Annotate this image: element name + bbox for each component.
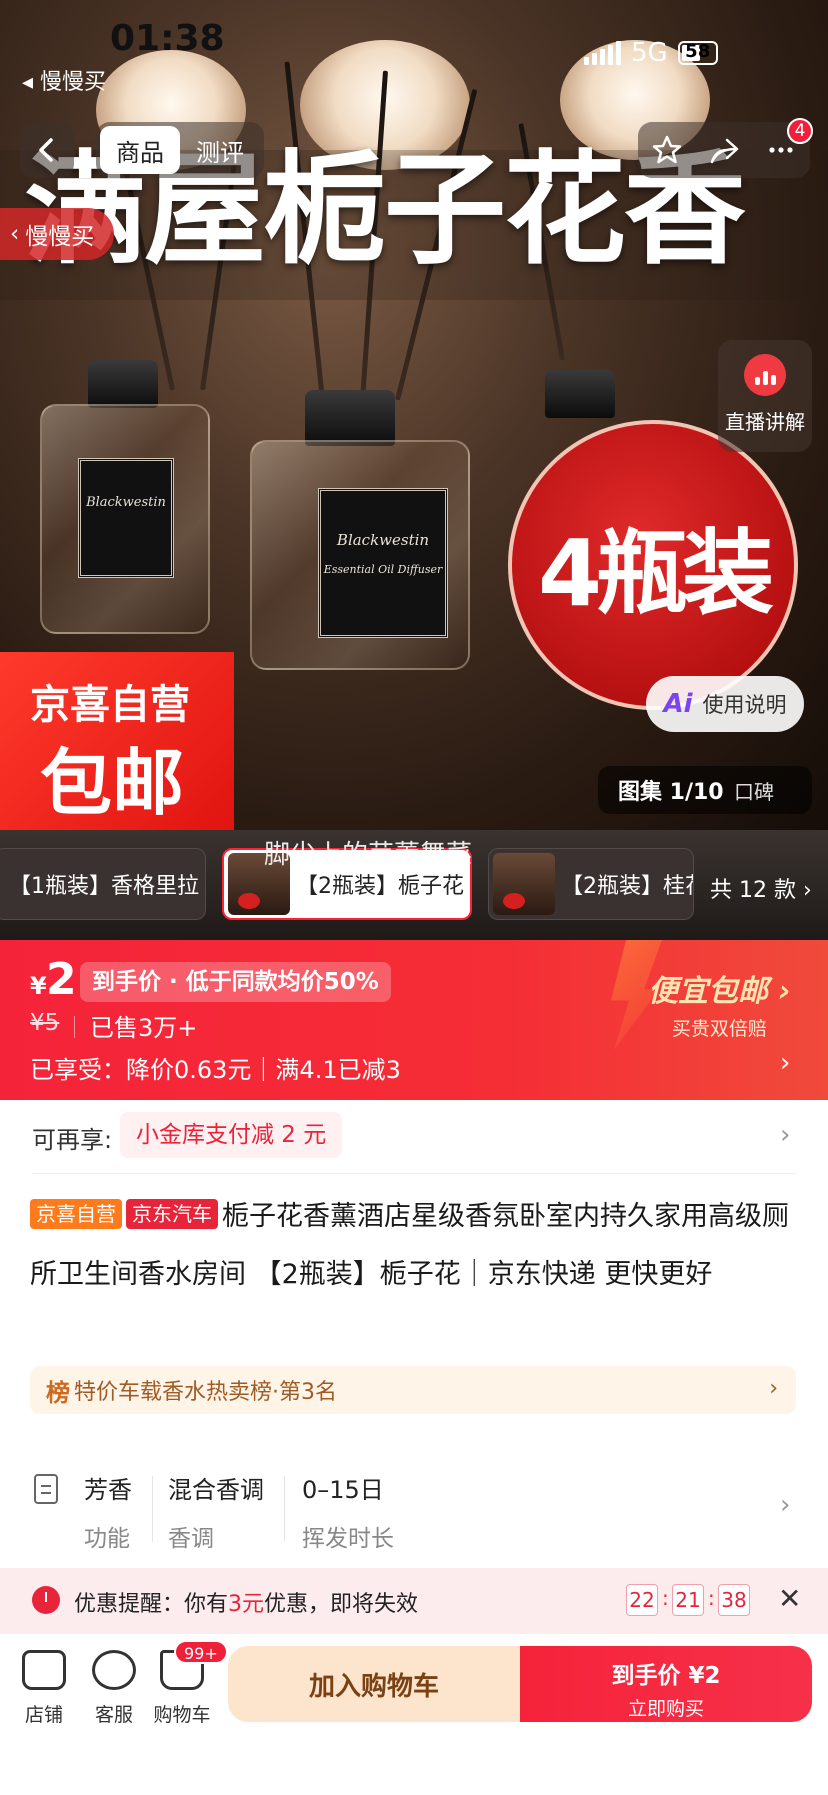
ranking-bar[interactable]: 榜 特价车载香水热卖榜·第3名 › — [30, 1366, 796, 1414]
countdown-hours: 22 — [626, 1584, 658, 1616]
chat-icon — [92, 1650, 136, 1690]
shop-button[interactable]: 店铺 — [14, 1650, 74, 1727]
rank-icon: 榜 — [46, 1378, 70, 1407]
add-to-cart-button[interactable]: 加入购物车 — [228, 1646, 520, 1722]
cheap-shipping-promo[interactable]: 便宜包邮 › 买贵双倍赔 — [648, 966, 791, 1041]
price-banner: ¥ 2 到手价 · 低于同款均价50% ¥5 已售3万+ 已享受：降价0.63元… — [0, 940, 828, 1100]
side-back-button[interactable]: ‹ 慢慢买 — [0, 208, 114, 260]
header-actions — [638, 122, 810, 178]
more-variants-link[interactable]: 共 12 款 › — [710, 872, 812, 904]
back-button[interactable] — [20, 122, 74, 178]
notification-badge: 4 — [787, 118, 813, 144]
spec-item: 芳香 功能 — [84, 1476, 132, 1552]
status-indicators: 5G 58 — [584, 38, 718, 68]
document-icon — [34, 1474, 58, 1504]
variant-item[interactable]: 【1瓶装】香格里拉 — [0, 848, 206, 920]
original-price: ¥5 — [30, 1010, 60, 1036]
variant-thumbnail — [493, 853, 555, 915]
bottle-cap — [88, 360, 158, 408]
service-button[interactable]: 客服 — [84, 1650, 144, 1727]
countdown-minutes: 21 — [672, 1584, 704, 1616]
status-back-app[interactable]: ◂ 慢慢买 — [22, 64, 106, 96]
shop-icon — [22, 1650, 66, 1690]
bottle-cap — [545, 370, 615, 418]
cart-count-badge: 99+ — [174, 1640, 228, 1664]
chevron-right-icon: › — [769, 1376, 778, 1401]
chevron-right-icon: › — [780, 1120, 791, 1150]
battery-icon: 58 — [677, 41, 718, 65]
spec-row[interactable]: 芳香 功能 混合香调 香调 0–15日 挥发时长 › — [0, 1446, 828, 1564]
ai-icon: Ai — [663, 689, 693, 719]
spec-item: 混合香调 香调 — [168, 1476, 264, 1552]
coupon-offer: 小金库支付减 2 元 — [120, 1112, 343, 1158]
live-bars-icon — [744, 354, 786, 396]
chevron-left-icon — [39, 138, 53, 162]
jd-auto-tag: 京东汽车 — [126, 1199, 218, 1229]
live-explain-button[interactable]: 直播讲解 — [718, 340, 812, 452]
price-tag: 到手价 · 低于同款均价50% — [80, 962, 391, 1002]
product-title-section: 京喜自营 京东汽车 栀子花香薰酒店星级香氛卧室内持久家用高级厕所卫生间香水房间 【2… — [0, 1174, 828, 1438]
self-operated-badge: 京喜自营 包邮 — [0, 652, 234, 830]
network-type: 5G — [631, 38, 668, 68]
sold-count: 已售3万+ — [90, 1014, 198, 1042]
gallery-indicator[interactable]: 图集 1/10 口碑 — [598, 766, 812, 814]
discount-detail[interactable]: 已享受：降价0.63元｜满4.1已减3 — [30, 1050, 401, 1085]
manual-button[interactable]: Ai 使用说明 — [646, 676, 804, 732]
chevron-left-icon: ‹ — [10, 221, 20, 247]
chevron-right-icon[interactable]: › — [780, 1048, 790, 1078]
coupon-row[interactable]: 可再享: 小金库支付减 2 元 › — [0, 1100, 828, 1174]
pack-badge: 4瓶装 — [508, 420, 798, 710]
product-detail-page: Blackwestin Blackwestin Essential Oil Di… — [0, 0, 828, 1795]
self-operated-tag: 京喜自营 — [30, 1199, 122, 1229]
discount-reminder: 优惠提醒：你有3元优惠，即将失效 22 : 21 : 38 ✕ — [0, 1568, 828, 1634]
countdown-seconds: 38 — [718, 1584, 750, 1616]
status-time: 01:38 — [110, 18, 225, 59]
product-tabs: 商品 测评 — [96, 122, 264, 178]
tab-product[interactable]: 商品 — [100, 126, 180, 174]
floating-text: 脚尖上的芭蕾舞菜 — [264, 840, 473, 870]
clock-icon — [32, 1586, 60, 1614]
variant-item[interactable]: 【2瓶装】桂花 — [488, 848, 694, 920]
close-icon[interactable]: ✕ — [778, 1582, 801, 1615]
tab-review[interactable]: 测评 — [180, 126, 260, 174]
final-price: 2 — [46, 954, 77, 1005]
review-link[interactable]: 口碑 — [734, 776, 774, 805]
bottle-label: Blackwestin Essential Oil Diffuser — [318, 488, 448, 638]
chevron-right-icon: › — [780, 1490, 791, 1520]
bottom-action-bar: 店铺 客服 购物车 99+ 加入购物车 到手价 ¥2 立即购买 — [0, 1634, 828, 1795]
share-icon[interactable] — [707, 133, 741, 167]
bottle-label: Blackwestin — [78, 458, 174, 578]
signal-icon — [584, 41, 621, 65]
bottle-cap — [305, 390, 395, 446]
spec-item: 0–15日 挥发时长 — [302, 1476, 394, 1552]
buy-now-button[interactable]: 到手价 ¥2 立即购买 — [520, 1646, 812, 1722]
star-icon[interactable] — [650, 133, 684, 167]
